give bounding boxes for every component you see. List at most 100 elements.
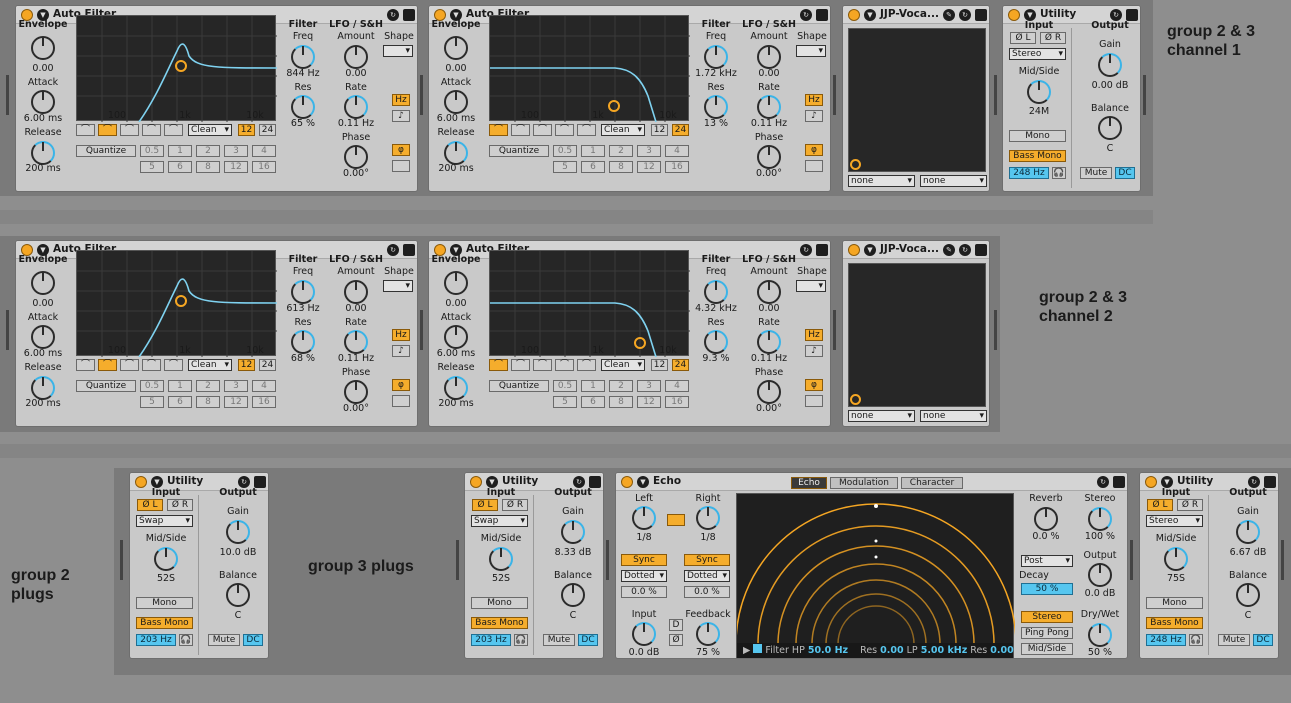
gain-knob[interactable]: [1236, 520, 1260, 544]
res-knob[interactable]: [704, 330, 728, 354]
filter-type-morph-button[interactable]: ⌒: [164, 124, 183, 136]
clip-dry-button[interactable]: D: [669, 619, 683, 631]
quantize-step-button[interactable]: 1: [581, 145, 605, 157]
dry-wet-knob[interactable]: [1088, 623, 1112, 647]
lfo-phase-knob[interactable]: [344, 145, 368, 169]
mute-button[interactable]: Mute: [543, 634, 575, 646]
phase-right-button[interactable]: Ø R: [167, 499, 193, 511]
lfo-shape-select[interactable]: [796, 45, 826, 57]
xy-pad-handle[interactable]: [850, 394, 861, 405]
dc-button[interactable]: DC: [243, 634, 263, 646]
gain-knob[interactable]: [561, 520, 585, 544]
quantize-step-button[interactable]: 8: [609, 161, 633, 173]
invert-phase-button[interactable]: Ø: [669, 634, 683, 646]
save-preset-icon[interactable]: [403, 244, 415, 256]
mono-button[interactable]: Mono: [1009, 130, 1066, 142]
filter-type-bandpass-button[interactable]: ⌒: [533, 124, 552, 136]
quantize-step-button[interactable]: 12: [637, 161, 661, 173]
stereo-mode-button[interactable]: Stereo: [1021, 611, 1073, 623]
phase-mode-button[interactable]: φ: [805, 144, 823, 156]
rack-grip[interactable]: [1130, 540, 1133, 580]
right-time-knob[interactable]: [696, 506, 720, 530]
mute-button[interactable]: Mute: [1080, 167, 1112, 179]
channel-mode-select[interactable]: Swap: [471, 515, 528, 527]
filter-type-bandpass-button[interactable]: ⌒: [120, 124, 139, 136]
quantize-step-button[interactable]: 5: [140, 161, 164, 173]
filter-type-lowpass-button[interactable]: ⌒: [489, 124, 508, 136]
mute-button[interactable]: Mute: [1218, 634, 1250, 646]
fold-icon[interactable]: ▼: [864, 244, 876, 256]
tab-echo[interactable]: Echo: [791, 477, 827, 489]
filter-type-bandpass-button[interactable]: ⌒: [533, 359, 552, 371]
slope-12-button[interactable]: 12: [238, 124, 255, 136]
lfo-phase-knob[interactable]: [344, 380, 368, 404]
save-preset-icon[interactable]: [816, 9, 828, 21]
save-preset-icon[interactable]: [975, 244, 987, 256]
quantize-step-button[interactable]: 16: [252, 161, 276, 173]
mid-side-mode-button[interactable]: Mid/Side: [1021, 643, 1073, 655]
lfo-phase-knob[interactable]: [757, 380, 781, 404]
rack-grip[interactable]: [6, 75, 9, 115]
rate-sync-button[interactable]: ♪: [392, 345, 410, 357]
device-power-button[interactable]: [470, 476, 482, 488]
filter-graph[interactable]: 100 1k 10k: [489, 15, 690, 123]
phase-right-button[interactable]: Ø R: [502, 499, 528, 511]
phase-left-button[interactable]: Ø L: [1147, 499, 1173, 511]
lfo-amount-knob[interactable]: [344, 45, 368, 69]
reverb-location-select[interactable]: Post: [1021, 555, 1073, 567]
bass-mono-freq-value[interactable]: 203 Hz: [471, 634, 511, 646]
mono-button[interactable]: Mono: [136, 597, 193, 609]
slope-12-button[interactable]: 12: [651, 359, 668, 371]
rate-sync-button[interactable]: ♪: [805, 345, 823, 357]
slope-24-button[interactable]: 24: [672, 124, 689, 136]
hp-res-value[interactable]: 0.00: [880, 645, 903, 656]
balance-knob[interactable]: [1236, 583, 1260, 607]
filter-type-lowpass-button[interactable]: ⌒: [76, 359, 95, 371]
quantize-step-button[interactable]: 5: [553, 161, 577, 173]
attack-knob[interactable]: [444, 90, 468, 114]
slope-12-button[interactable]: 12: [238, 359, 255, 371]
mid-side-knob[interactable]: [1164, 547, 1188, 571]
save-preset-icon[interactable]: [1113, 476, 1125, 488]
quantize-step-button[interactable]: 3: [637, 380, 661, 392]
hot-swap-icon[interactable]: ↻: [800, 244, 812, 256]
quantize-step-button[interactable]: 1: [168, 145, 192, 157]
circuit-select[interactable]: Clean: [188, 359, 232, 371]
phase-spin-button[interactable]: [392, 160, 410, 172]
quantize-step-button[interactable]: 12: [637, 396, 661, 408]
quantize-step-button[interactable]: 3: [224, 145, 248, 157]
device-power-button[interactable]: [848, 9, 860, 21]
bass-mono-audition-button[interactable]: 🎧: [1189, 634, 1203, 646]
tab-character[interactable]: Character: [901, 477, 963, 489]
lfo-shape-select[interactable]: [383, 280, 413, 292]
filter-graph[interactable]: 100 1k 10k: [76, 15, 278, 123]
ping-pong-button[interactable]: Ping Pong: [1021, 627, 1073, 639]
quantize-step-button[interactable]: 1: [581, 380, 605, 392]
rate-sync-button[interactable]: ♪: [805, 110, 823, 122]
quantize-step-button[interactable]: 0.5: [140, 145, 164, 157]
quantize-step-button[interactable]: 4: [665, 145, 689, 157]
rack-grip[interactable]: [994, 75, 997, 115]
bass-mono-audition-button[interactable]: 🎧: [514, 634, 528, 646]
lfo-rate-knob[interactable]: [344, 95, 368, 119]
lfo-amount-knob[interactable]: [344, 280, 368, 304]
reverb-knob[interactable]: [1034, 507, 1058, 531]
filter-type-morph-button[interactable]: ⌒: [164, 359, 183, 371]
gain-knob[interactable]: [226, 520, 250, 544]
quantize-step-button[interactable]: 2: [196, 145, 220, 157]
link-button[interactable]: [667, 514, 685, 526]
right-offset-value[interactable]: 0.0 %: [684, 586, 730, 598]
filter-type-highpass-button[interactable]: ⌒: [511, 124, 530, 136]
quantize-step-button[interactable]: 2: [196, 380, 220, 392]
release-knob[interactable]: [444, 376, 468, 400]
rack-grip[interactable]: [6, 310, 9, 350]
filter-type-lowpass-button[interactable]: ⌒: [489, 359, 508, 371]
filter-handle[interactable]: [608, 100, 620, 112]
quantize-step-button[interactable]: 3: [637, 145, 661, 157]
decay-value[interactable]: 50 %: [1021, 583, 1073, 595]
hot-swap-icon[interactable]: ↻: [959, 244, 971, 256]
envelope-knob[interactable]: [444, 36, 468, 60]
filter-type-highpass-button[interactable]: ⌒: [98, 124, 117, 136]
xy-y-param-select[interactable]: none: [920, 175, 987, 187]
balance-knob[interactable]: [561, 583, 585, 607]
